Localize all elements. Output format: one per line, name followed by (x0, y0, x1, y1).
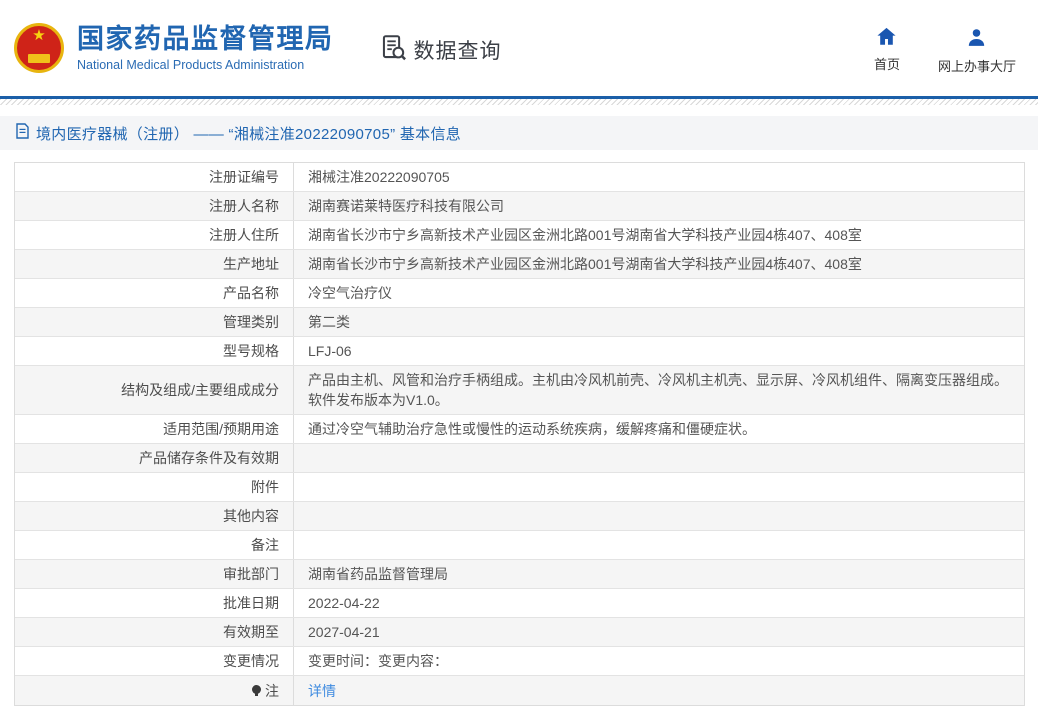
national-emblem-logo: ★ (14, 23, 64, 73)
row-label-text: 产品名称 (223, 283, 279, 303)
row-label: 附件 (15, 473, 294, 501)
nav-item-home[interactable]: 首页 (874, 27, 900, 75)
table-row: 变更情况变更时间：变更内容： (15, 647, 1024, 676)
row-value: 2027-04-21 (294, 618, 1024, 646)
row-label-text: 型号规格 (223, 341, 279, 361)
row-value: LFJ-06 (294, 337, 1024, 365)
row-value: 冷空气治疗仪 (294, 279, 1024, 307)
emblem-star-icon: ★ (32, 28, 45, 43)
table-row: 附件 (15, 473, 1024, 502)
bulb-icon (252, 685, 262, 696)
row-value (294, 454, 1024, 462)
row-value: 详情 (294, 677, 1024, 705)
row-label: 生产地址 (15, 250, 294, 278)
row-label-text: 备注 (251, 535, 279, 555)
org-name-zh: 国家药品监督管理局 (77, 23, 334, 55)
row-label-text: 变更情况 (223, 651, 279, 671)
brand-link[interactable]: ★ 国家药品监督管理局 National Medical Products Ad… (14, 23, 334, 74)
document-icon (16, 123, 29, 144)
data-query-section[interactable]: 数据查询 (380, 34, 502, 66)
row-label: 其他内容 (15, 502, 294, 530)
data-query-label: 数据查询 (414, 35, 502, 65)
home-icon (876, 27, 897, 51)
row-label-text: 有效期至 (223, 622, 279, 642)
table-row: 批准日期 2022-04-22 (15, 589, 1024, 618)
row-label-text: 结构及组成/主要组成成分 (121, 380, 279, 400)
row-value (294, 541, 1024, 549)
row-value (294, 512, 1024, 520)
org-name-en: National Medical Products Administration (77, 57, 334, 74)
row-value: 变更时间：变更内容： (294, 647, 1024, 675)
table-row: 注 详情 (15, 676, 1024, 705)
row-label: 管理类别 (15, 308, 294, 336)
row-label: 型号规格 (15, 337, 294, 365)
row-label-text: 批准日期 (223, 593, 279, 613)
row-value: 湘械注准20222090705 (294, 163, 1024, 191)
row-label-text: 产品储存条件及有效期 (139, 448, 279, 468)
row-label: 变更情况 (15, 647, 294, 675)
table-row: 备注 (15, 531, 1024, 560)
row-label: 结构及组成/主要组成成分 (15, 366, 294, 414)
row-value: 产品由主机、风管和治疗手柄组成。主机由冷风机前壳、冷风机主机壳、显示屏、冷风机组… (294, 366, 1024, 414)
nav-item-label: 网上办事大厅 (938, 56, 1016, 75)
table-row: 适用范围/预期用途通过冷空气辅助治疗急性或慢性的运动系统疾病，缓解疼痛和僵硬症状… (15, 415, 1024, 444)
table-row: 生产地址湖南省长沙市宁乡高新技术产业园区金洲北路001号湖南省大学科技产业园4栋… (15, 250, 1024, 279)
table-row: 注册人名称湖南赛诺莱特医疗科技有限公司 (15, 192, 1024, 221)
table-row: 产品名称冷空气治疗仪 (15, 279, 1024, 308)
row-label-text: 注 (265, 681, 279, 701)
table-row: 注册人住所湖南省长沙市宁乡高新技术产业园区金洲北路001号湖南省大学科技产业园4… (15, 221, 1024, 250)
row-label: 产品名称 (15, 279, 294, 307)
detail-link[interactable]: 详情 (308, 683, 336, 699)
row-value (294, 483, 1024, 491)
table-row: 型号规格 LFJ-06 (15, 337, 1024, 366)
nav-item-service-hall[interactable]: 网上办事大厅 (938, 27, 1016, 75)
row-label-text: 附件 (251, 477, 279, 497)
table-row: 结构及组成/主要组成成分产品由主机、风管和治疗手柄组成。主机由冷风机前壳、冷风机… (15, 366, 1024, 415)
row-value: 第二类 (294, 308, 1024, 336)
table-row: 管理类别第二类 (15, 308, 1024, 337)
row-label: 适用范围/预期用途 (15, 415, 294, 443)
page-title: 境内医疗器械（注册） —— “湘械注准20222090705” 基本信息 (36, 123, 461, 144)
row-label-text: 注册证编号 (209, 167, 279, 187)
row-label-text: 生产地址 (223, 254, 279, 274)
row-label-text: 注册人名称 (209, 196, 279, 216)
row-label-text: 注册人住所 (209, 225, 279, 245)
site-header: ★ 国家药品监督管理局 National Medical Products Ad… (0, 0, 1038, 96)
row-label-text: 适用范围/预期用途 (163, 419, 279, 439)
table-row: 注册证编号湘械注准20222090705 (15, 163, 1024, 192)
header-hatch-band (0, 99, 1038, 105)
row-label: 注册证编号 (15, 163, 294, 191)
nav-item-label: 首页 (874, 54, 900, 73)
row-value: 通过冷空气辅助治疗急性或慢性的运动系统疾病，缓解疼痛和僵硬症状。 (294, 415, 1024, 443)
table-row: 审批部门湖南省药品监督管理局 (15, 560, 1024, 589)
row-label: 产品储存条件及有效期 (15, 444, 294, 472)
row-label: 备注 (15, 531, 294, 559)
row-value: 2022-04-22 (294, 589, 1024, 617)
document-search-icon (380, 34, 407, 66)
row-label: 注册人名称 (15, 192, 294, 220)
row-value: 湖南省长沙市宁乡高新技术产业园区金洲北路001号湖南省大学科技产业园4栋407、… (294, 221, 1024, 249)
page-title-bar: 境内医疗器械（注册） —— “湘械注准20222090705” 基本信息 (0, 116, 1038, 150)
info-table: 注册证编号湘械注准20222090705注册人名称湖南赛诺莱特医疗科技有限公司注… (14, 162, 1025, 706)
row-label: 审批部门 (15, 560, 294, 588)
row-label: 注 (15, 676, 294, 705)
row-label: 注册人住所 (15, 221, 294, 249)
row-label-text: 其他内容 (223, 506, 279, 526)
row-value: 湖南赛诺莱特医疗科技有限公司 (294, 192, 1024, 220)
user-icon (966, 27, 987, 53)
row-label-text: 审批部门 (223, 564, 279, 584)
table-row: 有效期至 2027-04-21 (15, 618, 1024, 647)
table-row: 产品储存条件及有效期 (15, 444, 1024, 473)
row-value: 湖南省药品监督管理局 (294, 560, 1024, 588)
brand-text: 国家药品监督管理局 National Medical Products Admi… (77, 23, 334, 74)
row-label: 批准日期 (15, 589, 294, 617)
row-value: 湖南省长沙市宁乡高新技术产业园区金洲北路001号湖南省大学科技产业园4栋407、… (294, 250, 1024, 278)
header-nav: 首页 网上办事大厅 (874, 21, 1016, 75)
row-label-text: 管理类别 (223, 312, 279, 332)
table-row: 其他内容 (15, 502, 1024, 531)
row-label: 有效期至 (15, 618, 294, 646)
